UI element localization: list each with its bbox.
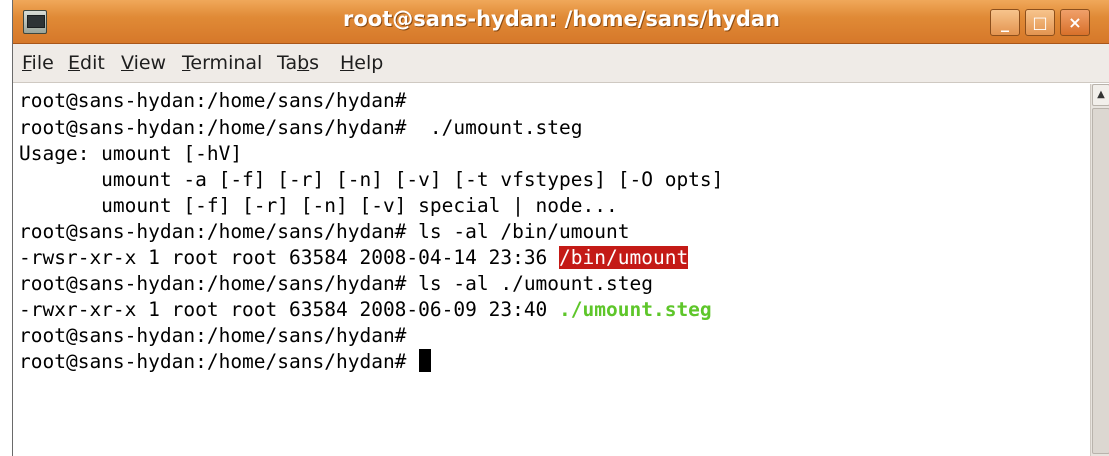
menu-terminal-label: erminal — [190, 52, 263, 74]
menu-tabs-label: s — [309, 52, 320, 74]
terminal-line: -rwxr-xr-x 1 root root 63584 2008-06-09 … — [19, 297, 712, 323]
menu-file-mnemonic: F — [22, 52, 32, 74]
menu-view[interactable]: View — [121, 52, 166, 74]
menu-help-label: elp — [354, 52, 384, 74]
menu-tabs-pre: Ta — [277, 52, 298, 74]
vertical-scrollbar[interactable]: ▲ — [1090, 84, 1109, 456]
menu-edit-label: dit — [80, 52, 105, 74]
scrollbar-thumb[interactable] — [1092, 108, 1109, 454]
maximize-button[interactable]: □ — [1025, 9, 1055, 36]
menu-terminal[interactable]: Terminal — [182, 52, 262, 74]
setuid-file-name: /bin/umount — [559, 246, 689, 269]
menu-file[interactable]: File — [22, 52, 54, 74]
scroll-up-arrow-icon[interactable]: ▲ — [1092, 84, 1109, 106]
menu-edit-mnemonic: E — [68, 52, 81, 74]
title-bar[interactable]: root@sans-hydan: /home/sans/hydan _ □ × — [13, 0, 1109, 44]
terminal-line: umount [-f] [-r] [-n] [-v] special | nod… — [19, 194, 618, 217]
menu-edit[interactable]: Edit — [68, 52, 105, 74]
menu-help-mnemonic: H — [340, 52, 355, 74]
terminal-line: root@sans-hydan:/home/sans/hydan# ./umou… — [19, 116, 583, 139]
text-cursor — [419, 349, 432, 372]
file-listing-text: -rwxr-xr-x 1 root root 63584 2008-06-09 … — [19, 298, 560, 321]
terminal-line: Usage: umount [-hV] — [19, 142, 243, 165]
menu-tabs[interactable]: Tabs — [277, 52, 319, 74]
close-button[interactable]: × — [1060, 9, 1090, 36]
terminal-prompt-line[interactable]: root@sans-hydan:/home/sans/hydan# — [19, 349, 432, 375]
terminal-output[interactable]: root@sans-hydan:/home/sans/hydan# root@s… — [13, 84, 1090, 456]
executable-file-name: ./umount.steg — [559, 298, 712, 321]
menu-bar: File Edit View Terminal Tabs Help — [13, 44, 1109, 83]
menu-help[interactable]: Help — [340, 52, 383, 74]
menu-file-label: ile — [31, 52, 54, 74]
window-title: root@sans-hydan: /home/sans/hydan — [342, 7, 780, 31]
terminal-prompt: root@sans-hydan:/home/sans/hydan# — [19, 350, 419, 373]
terminal-line: root@sans-hydan:/home/sans/hydan# ls -al… — [19, 272, 653, 295]
terminal-line: root@sans-hydan:/home/sans/hydan# — [19, 324, 407, 347]
terminal-line: -rwsr-xr-x 1 root root 63584 2008-04-14 … — [19, 245, 689, 271]
menu-view-label: iew — [133, 52, 167, 74]
minimize-button[interactable]: _ — [990, 9, 1020, 36]
terminal-line: umount -a [-f] [-r] [-n] [-v] [-t vfstyp… — [19, 168, 724, 191]
terminal-line: root@sans-hydan:/home/sans/hydan# — [19, 89, 407, 112]
terminal-line: root@sans-hydan:/home/sans/hydan# ls -al… — [19, 220, 630, 243]
terminal-window: root@sans-hydan: /home/sans/hydan _ □ × … — [12, 0, 1109, 456]
file-listing-text: -rwsr-xr-x 1 root root 63584 2008-04-14 … — [19, 246, 560, 269]
menu-view-mnemonic: V — [121, 52, 134, 74]
menu-tabs-mnemonic: b — [297, 52, 310, 74]
